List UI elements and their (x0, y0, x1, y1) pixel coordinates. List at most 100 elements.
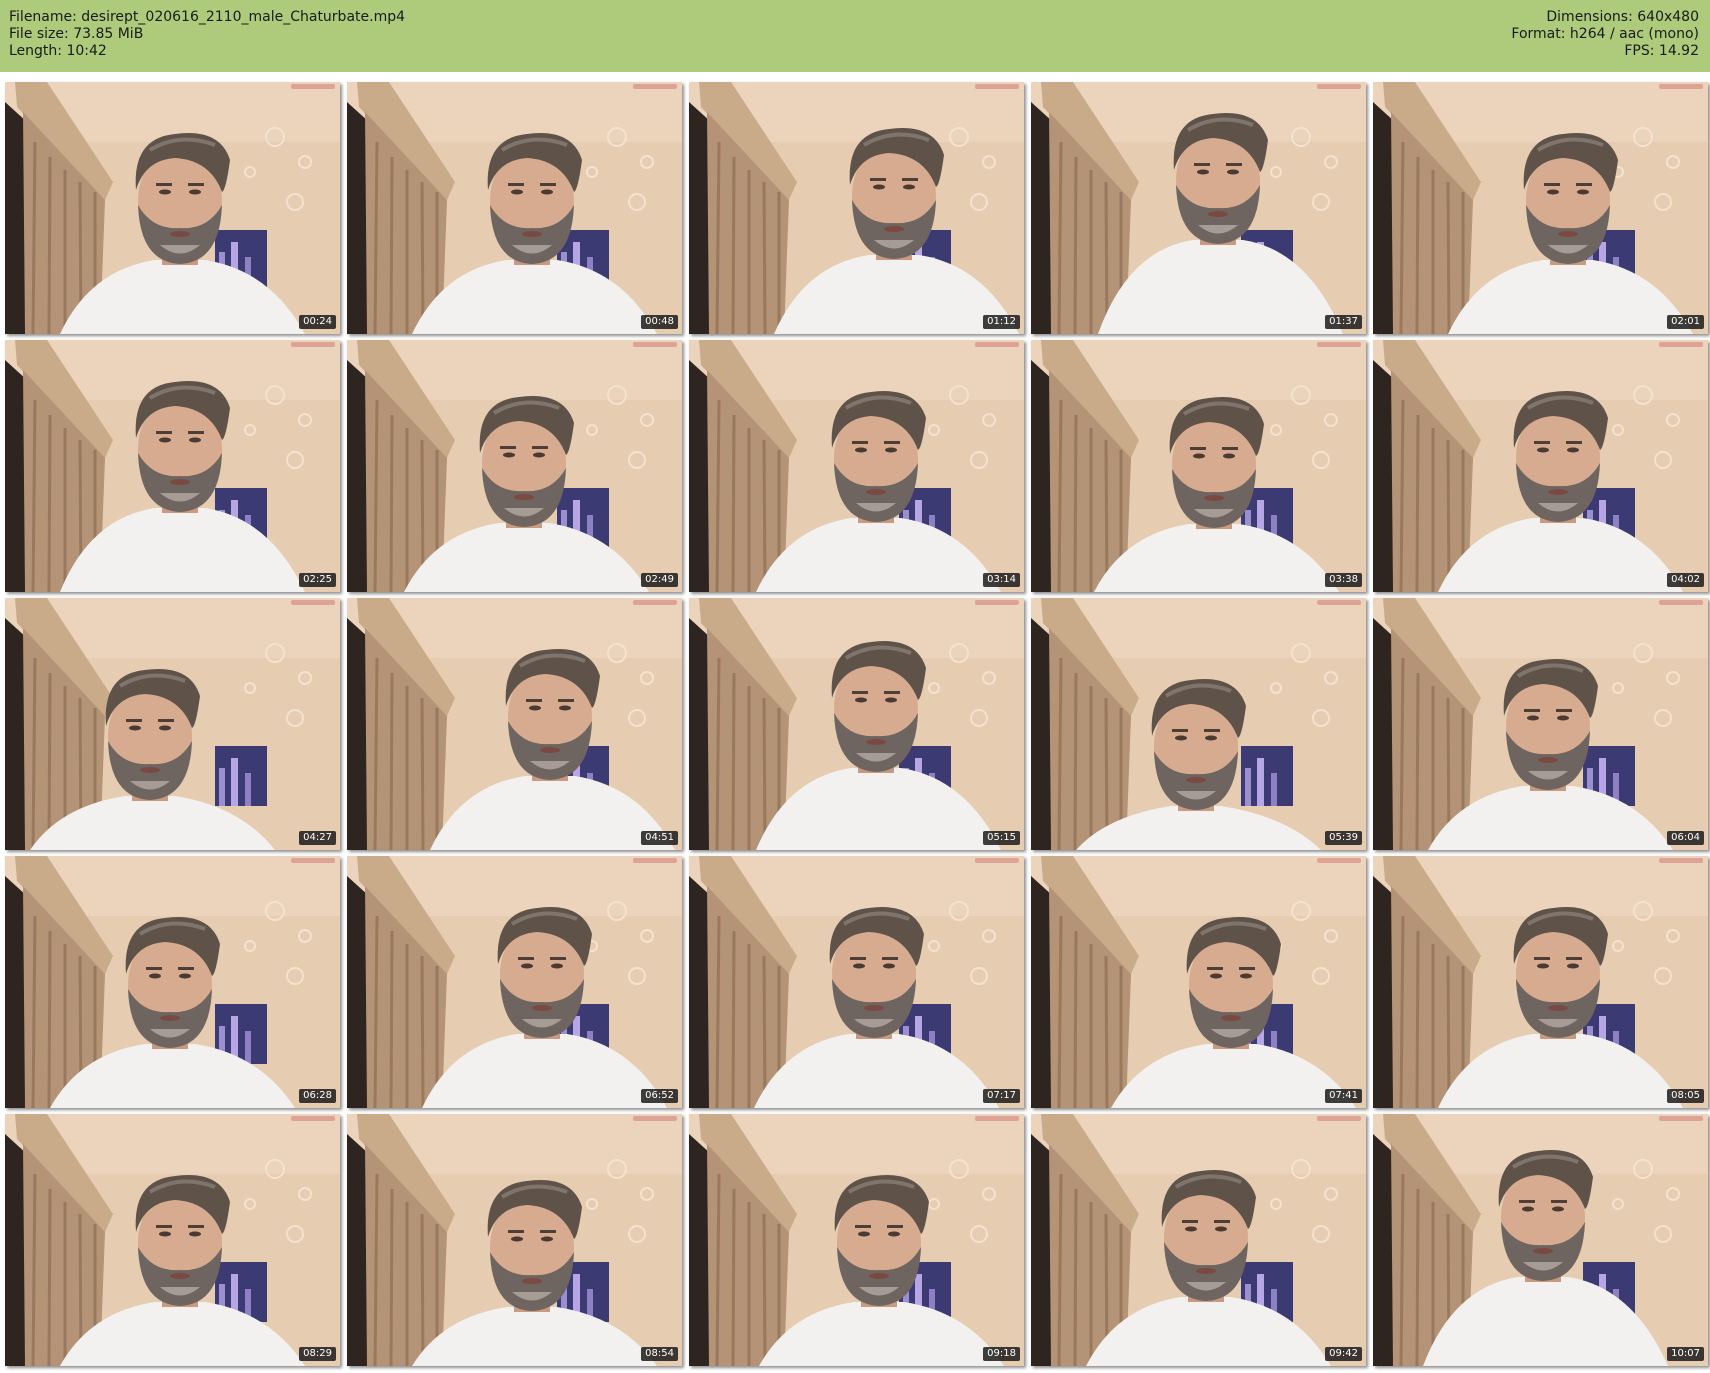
video-frame-image (347, 82, 682, 334)
watermark-mark (975, 600, 1019, 605)
thumbnail-frame[interactable]: 05:39 (1031, 598, 1366, 850)
info-header: Filename: desirept_020616_2110_male_Chat… (0, 0, 1710, 72)
timestamp-label: 07:17 (983, 1089, 1020, 1103)
watermark-mark (1659, 1116, 1703, 1121)
thumbnail-frame[interactable]: 03:38 (1031, 340, 1366, 592)
video-frame-image (689, 82, 1024, 334)
file-size-text: File size: 73.85 MiB (9, 26, 144, 42)
timestamp-label: 06:52 (641, 1089, 678, 1103)
thumbnail-frame[interactable]: 08:54 (347, 1114, 682, 1366)
video-frame-image (347, 1114, 682, 1366)
thumbnail-frame[interactable]: 00:24 (5, 82, 340, 334)
video-frame-image (1031, 598, 1366, 850)
timestamp-label: 08:54 (641, 1347, 678, 1361)
watermark-mark (291, 600, 335, 605)
video-frame-image (689, 856, 1024, 1108)
video-frame-image (1031, 1114, 1366, 1366)
watermark-mark (1317, 858, 1361, 863)
thumbnail-frame[interactable]: 01:12 (689, 82, 1024, 334)
thumbnail-frame[interactable]: 05:15 (689, 598, 1024, 850)
thumbnail-frame[interactable]: 08:05 (1373, 856, 1708, 1108)
video-frame-image (1373, 856, 1708, 1108)
timestamp-label: 04:27 (299, 831, 336, 845)
dimensions-text: Dimensions: 640x480 (1546, 9, 1699, 25)
thumbnail-frame[interactable]: 07:17 (689, 856, 1024, 1108)
timestamp-label: 06:28 (299, 1089, 336, 1103)
timestamp-label: 01:37 (1325, 315, 1362, 329)
video-frame-image (5, 340, 340, 592)
timestamp-label: 04:51 (641, 831, 678, 845)
thumbnail-frame[interactable]: 06:28 (5, 856, 340, 1108)
watermark-mark (633, 84, 677, 89)
video-frame-image (689, 340, 1024, 592)
video-frame-image (689, 1114, 1024, 1366)
thumbnail-frame[interactable]: 02:25 (5, 340, 340, 592)
timestamp-label: 05:15 (983, 831, 1020, 845)
thumbnail-frame[interactable]: 04:02 (1373, 340, 1708, 592)
video-frame-image (1373, 82, 1708, 334)
timestamp-label: 02:49 (641, 573, 678, 587)
thumbnail-frame[interactable]: 06:04 (1373, 598, 1708, 850)
thumbnail-frame[interactable]: 02:49 (347, 340, 682, 592)
stream-info: Dimensions: 640x480 Format: h264 / aac (… (1511, 9, 1699, 60)
video-frame-image (5, 856, 340, 1108)
thumbnail-frame[interactable]: 06:52 (347, 856, 682, 1108)
thumbnail-frame[interactable]: 00:48 (347, 82, 682, 334)
timestamp-label: 02:01 (1667, 315, 1704, 329)
timestamp-label: 08:29 (299, 1347, 336, 1361)
video-frame-image (5, 82, 340, 334)
watermark-mark (1317, 600, 1361, 605)
file-info: Filename: desirept_020616_2110_male_Chat… (9, 9, 405, 60)
thumbnail-frame[interactable]: 10:07 (1373, 1114, 1708, 1366)
thumbnail-frame[interactable]: 09:42 (1031, 1114, 1366, 1366)
video-frame-image (347, 598, 682, 850)
timestamp-label: 01:12 (983, 315, 1020, 329)
video-frame-image (347, 340, 682, 592)
thumbnail-frame[interactable]: 01:37 (1031, 82, 1366, 334)
timestamp-label: 09:42 (1325, 1347, 1362, 1361)
watermark-mark (633, 858, 677, 863)
video-frame-image (1373, 340, 1708, 592)
video-frame-image (1031, 340, 1366, 592)
thumbnail-frame[interactable]: 07:41 (1031, 856, 1366, 1108)
watermark-mark (975, 342, 1019, 347)
watermark-mark (1317, 1116, 1361, 1121)
video-frame-image (1373, 1114, 1708, 1366)
timestamp-label: 04:02 (1667, 573, 1704, 587)
thumbnail-frame[interactable]: 08:29 (5, 1114, 340, 1366)
video-frame-image (5, 1114, 340, 1366)
thumbnail-frame[interactable]: 03:14 (689, 340, 1024, 592)
thumbnail-frame[interactable]: 09:18 (689, 1114, 1024, 1366)
filename-text: Filename: desirept_020616_2110_male_Chat… (9, 9, 406, 25)
watermark-mark (291, 84, 335, 89)
timestamp-label: 07:41 (1325, 1089, 1362, 1103)
thumbnail-grid: 00:24 00:48 01:12 01:37 02:01 02:25 02:49 03:14… (5, 82, 1708, 1367)
fps-text: FPS: 14.92 (1624, 43, 1699, 59)
video-frame-image (347, 856, 682, 1108)
watermark-mark (633, 600, 677, 605)
timestamp-label: 00:24 (299, 315, 336, 329)
thumbnail-frame[interactable]: 02:01 (1373, 82, 1708, 334)
watermark-mark (633, 1116, 677, 1121)
timestamp-label: 03:38 (1325, 573, 1362, 587)
timestamp-label: 02:25 (299, 573, 336, 587)
video-frame-image (1373, 598, 1708, 850)
watermark-mark (975, 1116, 1019, 1121)
format-text: Format: h264 / aac (mono) (1511, 26, 1699, 42)
timestamp-label: 05:39 (1325, 831, 1362, 845)
timestamp-label: 06:04 (1667, 831, 1704, 845)
length-text: Length: 10:42 (9, 43, 107, 59)
timestamp-label: 03:14 (983, 573, 1020, 587)
watermark-mark (291, 342, 335, 347)
watermark-mark (1317, 84, 1361, 89)
timestamp-label: 09:18 (983, 1347, 1020, 1361)
video-frame-image (689, 598, 1024, 850)
video-frame-image (5, 598, 340, 850)
watermark-mark (1659, 342, 1703, 347)
watermark-mark (1659, 84, 1703, 89)
watermark-mark (975, 858, 1019, 863)
watermark-mark (633, 342, 677, 347)
thumbnail-frame[interactable]: 04:27 (5, 598, 340, 850)
watermark-mark (1659, 600, 1703, 605)
thumbnail-frame[interactable]: 04:51 (347, 598, 682, 850)
